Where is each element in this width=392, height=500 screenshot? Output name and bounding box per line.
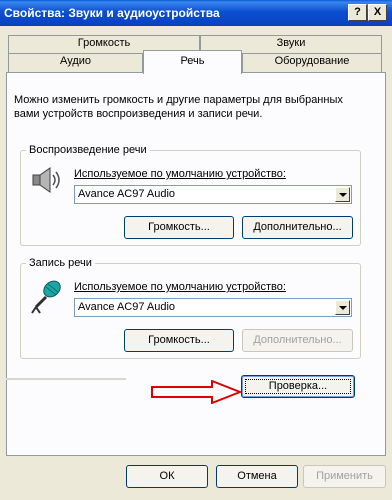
apply-label: Применить	[316, 470, 373, 482]
window-title: Свойства: Звуки и аудиоустройства	[4, 6, 220, 20]
recording-device-label: Используемое по умолчанию устройство:	[74, 281, 286, 293]
speaker-icon	[32, 167, 60, 193]
divider	[6, 378, 126, 380]
playback-volume-button[interactable]: Громкость...	[124, 216, 234, 239]
playback-group-label: Воспроизведение речи	[26, 144, 150, 156]
title-bar: Свойства: Звуки и аудиоустройства ? X	[0, 0, 392, 26]
recording-device-select[interactable]: Avance AC97 Audio	[74, 298, 352, 317]
cancel-label: Отмена	[237, 470, 277, 482]
speech-description: Можно изменить громкость и другие параме…	[14, 94, 343, 120]
tab-hardware-label: Оборудование	[274, 55, 350, 67]
recording-group-label: Запись речи	[26, 257, 95, 269]
focus-rect	[245, 379, 351, 394]
close-button[interactable]: X	[368, 4, 387, 21]
ok-button[interactable]: ОК	[126, 465, 208, 488]
playback-volume-label: Громкость...	[148, 221, 210, 233]
tab-sounds-label: Звуки	[276, 37, 306, 49]
tab-audio-label: Аудио	[59, 55, 92, 67]
apply-button[interactable]: Применить	[303, 465, 386, 488]
help-button[interactable]: ?	[348, 4, 367, 21]
playback-device-value: Avance AC97 Audio	[78, 188, 176, 200]
tab-speech-label: Речь	[180, 55, 205, 67]
playback-advanced-button[interactable]: Дополнительно...	[242, 216, 353, 239]
red-arrow-icon	[151, 380, 242, 404]
playback-advanced-label: Дополнительно...	[253, 221, 342, 233]
tab-audio[interactable]: Аудио	[8, 53, 143, 72]
tab-volume-label: Громкость	[77, 37, 131, 49]
ok-label: ОК	[159, 470, 175, 482]
microphone-icon	[31, 280, 61, 314]
recording-volume-label: Громкость...	[148, 334, 210, 346]
test-button[interactable]: Проверка...	[241, 375, 355, 398]
recording-advanced-button[interactable]: Дополнительно...	[242, 329, 353, 352]
playback-device-select[interactable]: Avance AC97 Audio	[74, 185, 352, 204]
playback-device-label: Используемое по умолчанию устройство:	[74, 168, 286, 180]
chevron-down-icon[interactable]	[335, 187, 350, 202]
tab-hardware[interactable]: Оборудование	[242, 53, 382, 72]
chevron-down-icon[interactable]	[335, 300, 350, 315]
cancel-button[interactable]: Отмена	[216, 465, 298, 488]
recording-advanced-label: Дополнительно...	[253, 334, 342, 346]
recording-device-value: Avance AC97 Audio	[78, 301, 176, 313]
recording-volume-button[interactable]: Громкость...	[124, 329, 234, 352]
tab-speech[interactable]: Речь	[143, 50, 242, 74]
playback-device-label-text: Используемое по умолчанию устройство:	[74, 168, 286, 180]
recording-device-label-text: Используемое по умолчанию устройство:	[74, 281, 286, 293]
